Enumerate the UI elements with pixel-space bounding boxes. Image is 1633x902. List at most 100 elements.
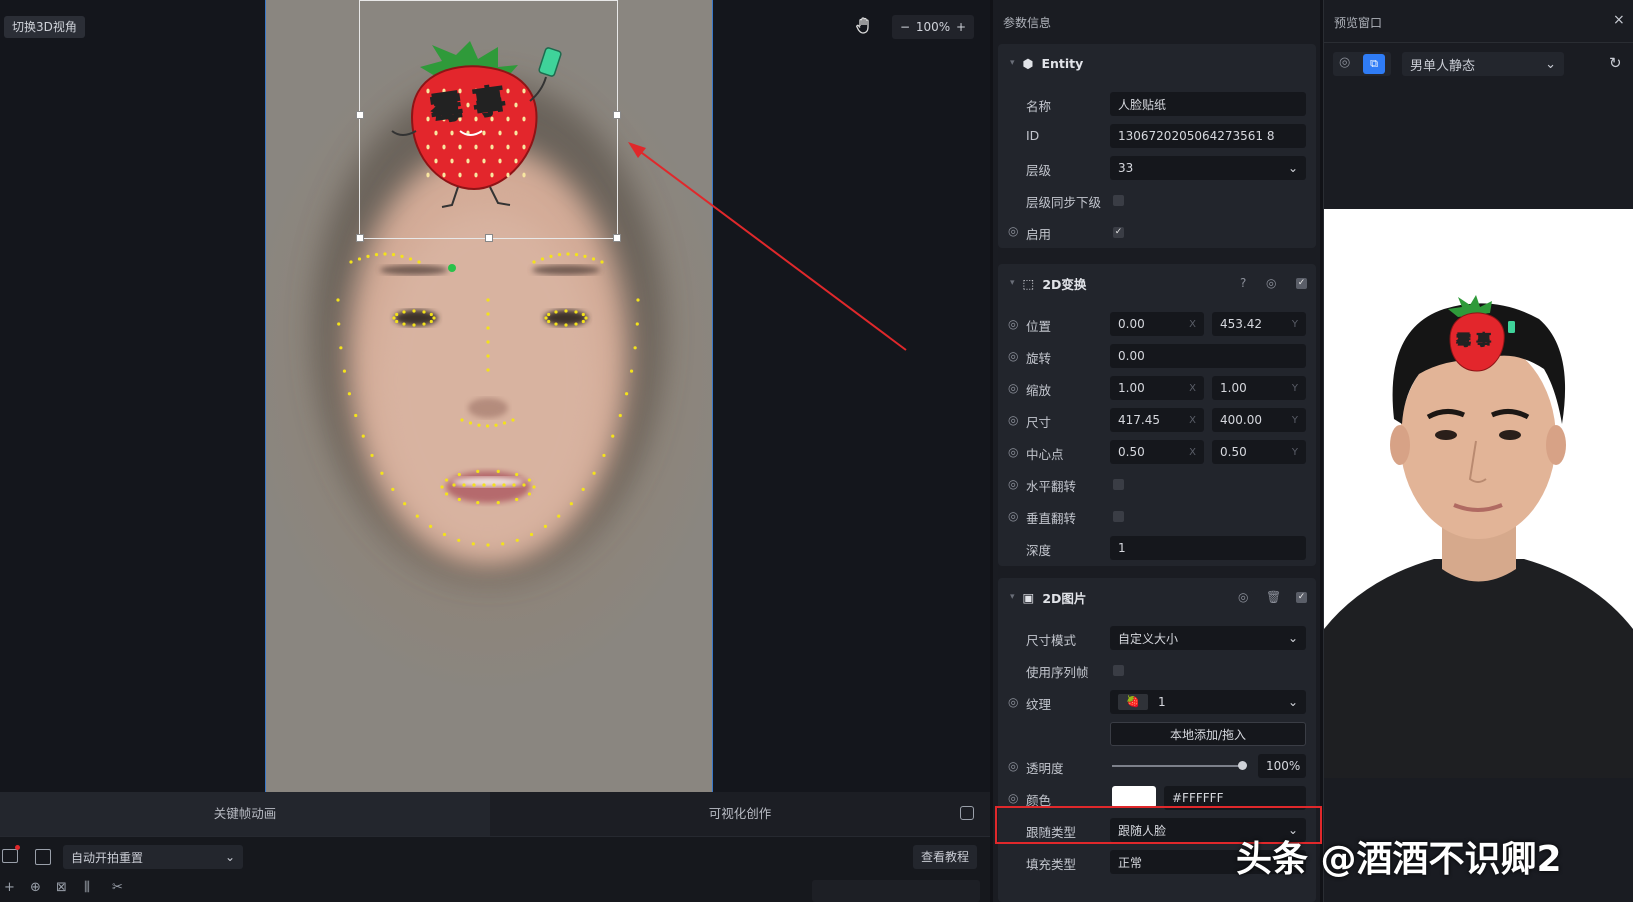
tab-keyframe-animation[interactable]: 关键帧动画 [0,792,490,836]
rotation-input[interactable]: 0.00 [1110,344,1306,368]
keyframe-icon[interactable]: ◎ [1008,791,1018,805]
resize-handle[interactable] [613,234,621,242]
view-tutorial-button[interactable]: 查看教程 [913,845,978,869]
id-field[interactable]: 1306720205064273561 8 [1110,124,1306,148]
texture-select[interactable]: 🍓 1 ⌄ [1110,690,1306,714]
opacity-slider-thumb[interactable] [1238,761,1247,770]
parameters-title: 参数信息 [1003,16,1052,30]
opacity-input[interactable]: 100% [1258,754,1306,778]
pivot-x-value: 0.50 [1118,445,1145,459]
sticker-selection-box[interactable]: 霉 事 [356,0,621,242]
position-x-input[interactable]: 0.00 X [1110,312,1204,336]
image2d-header[interactable]: ▾ ▣ 2D图片 [1010,578,1086,616]
layer-label: 层级 [1026,163,1052,178]
switch-3d-view-button[interactable]: 切换3D视角 [4,16,85,38]
layout-icon[interactable] [35,849,51,865]
axis-y-label: Y [1291,446,1298,458]
keyframe-icon[interactable]: ◎ [1008,477,1018,491]
transform2d-enable-checkbox[interactable]: ✓ [1296,278,1307,289]
trash-icon[interactable]: 🗑 [1266,590,1281,604]
color-swatch[interactable] [1112,786,1156,808]
hflip-checkbox[interactable] [1113,479,1124,490]
depth-input[interactable]: 1 [1110,536,1306,560]
resize-handle[interactable] [613,111,621,119]
keyframe-icon[interactable]: ◎ [1008,224,1018,238]
popout-icon[interactable] [960,806,974,820]
zoom-level: 100% [915,20,951,34]
opacity-label: 透明度 [1026,761,1064,776]
keyframe-icon[interactable]: ◎ [1008,759,1018,773]
pan-hand-icon[interactable] [853,16,875,38]
size-y-input[interactable]: 400.00 Y [1212,408,1306,432]
add-icon[interactable]: + [4,880,15,895]
scale-y-input[interactable]: 1.00 Y [1212,376,1306,400]
transform2d-header[interactable]: ▾ ⬚ 2D变换 [1010,264,1086,302]
scale-y-value: 1.00 [1220,381,1247,395]
keyframe-icon[interactable]: ◎ [1008,381,1018,395]
use-sequence-checkbox[interactable] [1113,665,1124,676]
nodes-icon[interactable] [2,849,18,863]
entity-title: Entity [1041,55,1084,71]
scale-x-value: 1.00 [1118,381,1145,395]
keyframe-add-icon[interactable]: ◎ [1266,276,1276,290]
keyframe-icon[interactable]: ◎ [1008,445,1018,459]
target-icon[interactable]: ⊕ [30,880,41,895]
preview-title: 预览窗口 [1334,16,1383,30]
collapse-icon[interactable]: ▾ [1010,58,1015,68]
entity-header[interactable]: ▾ ⬢ Entity [1010,44,1083,82]
auto-reset-select[interactable]: 自动开拍重置 ⌄ [63,845,243,869]
opacity-slider[interactable] [1112,761,1247,770]
auto-reset-select-value: 自动开拍重置 [71,850,144,865]
split-icon[interactable]: ⫼ [84,880,90,895]
local-add-button[interactable]: 本地添加/拖入 [1110,722,1306,746]
zoom-in-button[interactable]: + [956,20,966,34]
timeline-search-input[interactable] [812,880,980,902]
collapse-icon[interactable]: ▾ [1010,592,1015,602]
collapse-icon[interactable]: ▾ [1010,278,1015,288]
image-icon: ▣ [1022,589,1035,605]
enable-checkbox[interactable]: ✓ [1113,227,1124,238]
help-icon[interactable]: ? [1240,276,1246,290]
scene-viewport[interactable]: 切换3D视角 − 100% + 霉 事 [0,0,990,792]
name-value: 人脸贴纸 [1118,97,1167,112]
image2d-enable-checkbox[interactable]: ✓ [1296,592,1307,603]
keyframe-icon[interactable]: ◎ [1008,317,1018,331]
image-mode-icon[interactable]: ⧉ [1363,54,1385,74]
keyframe-add-icon[interactable]: ◎ [1238,590,1248,604]
hflip-label: 水平翻转 [1026,479,1077,494]
position-label: 位置 [1026,319,1052,334]
tab-visual-creation[interactable]: 可视化创作 [490,792,990,836]
preview-image: 霉 事 [1324,209,1633,778]
close-icon[interactable]: × [1613,12,1625,28]
landmark-anchor-point [448,264,456,272]
refresh-icon[interactable]: ↻ [1609,54,1622,72]
keyframe-icon[interactable]: ◎ [1008,413,1018,427]
size-mode-label: 尺寸模式 [1026,633,1077,648]
delete-keyframe-icon[interactable]: ⊠ [56,880,67,895]
resize-handle[interactable] [485,234,493,242]
axis-y-label: Y [1291,318,1298,330]
pivot-x-input[interactable]: 0.50 X [1110,440,1204,464]
scale-x-input[interactable]: 1.00 X [1110,376,1204,400]
pivot-y-input[interactable]: 0.50 Y [1212,440,1306,464]
camera-mode-icon[interactable]: ◎ [1339,55,1350,70]
vflip-checkbox[interactable] [1113,511,1124,522]
cut-icon[interactable]: ✂ [112,880,123,895]
layer-sync-checkbox[interactable] [1113,195,1124,206]
texture-label: 纹理 [1026,697,1052,712]
size-x-input[interactable]: 417.45 X [1110,408,1204,432]
rotation-label: 旋转 [1026,351,1052,366]
zoom-out-button[interactable]: − [900,20,910,34]
keyframe-icon[interactable]: ◎ [1008,695,1018,709]
chevron-down-icon: ⌄ [1545,56,1556,72]
layer-select[interactable]: 33 ⌄ [1110,156,1306,180]
preview-model-select[interactable]: 男单人静态 ⌄ [1402,52,1564,76]
keyframe-icon[interactable]: ◎ [1008,509,1018,523]
chevron-down-icon: ⌄ [1287,161,1298,175]
resize-handle[interactable] [356,111,364,119]
position-y-input[interactable]: 453.42 Y [1212,312,1306,336]
keyframe-icon[interactable]: ◎ [1008,349,1018,363]
resize-handle[interactable] [356,234,364,242]
name-input[interactable]: 人脸贴纸 [1110,92,1306,116]
size-mode-select[interactable]: 自定义大小 ⌄ [1110,626,1306,650]
